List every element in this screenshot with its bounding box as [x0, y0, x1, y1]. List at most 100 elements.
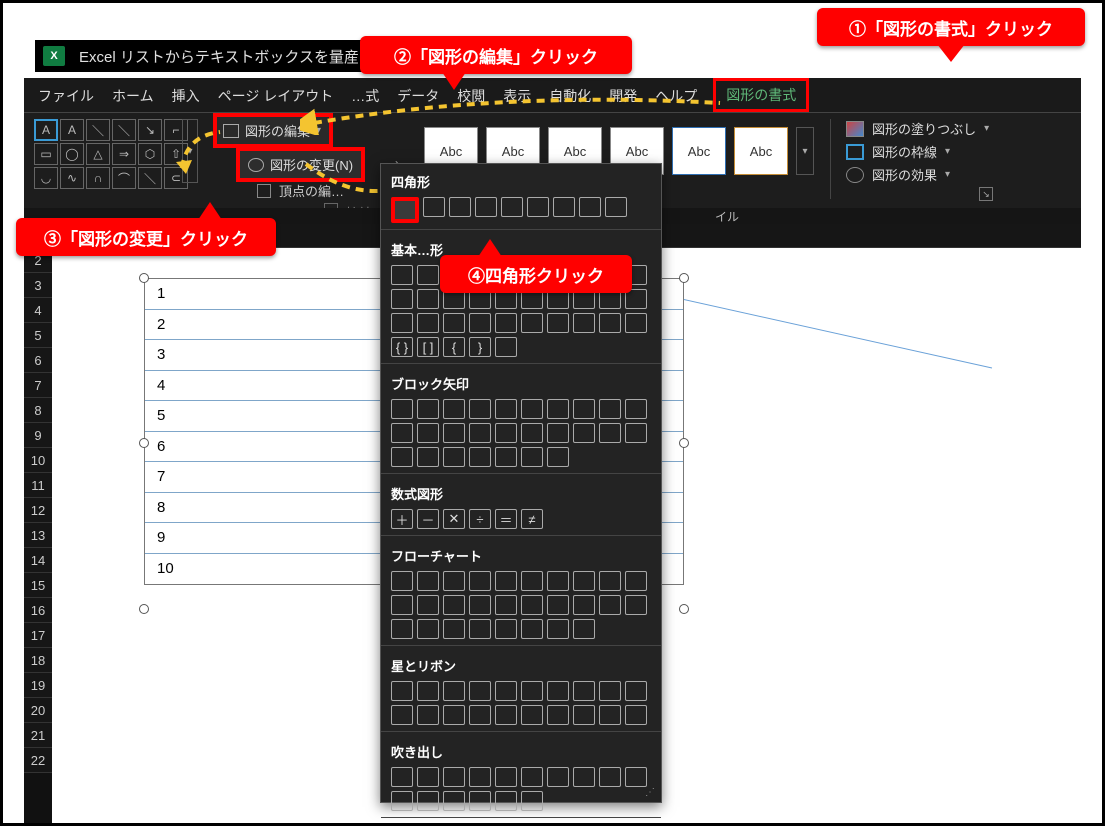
tab-view[interactable]: 表示: [495, 79, 539, 112]
row-header[interactable]: 4: [24, 298, 52, 323]
resize-handle[interactable]: [139, 438, 149, 448]
shape-line-icon[interactable]: ＼: [112, 119, 136, 141]
shape-option-icon[interactable]: [547, 447, 569, 467]
edit-shape-button[interactable]: 図形の編集 ▾: [213, 113, 333, 148]
shape-arrow-icon[interactable]: ⇒: [112, 143, 136, 165]
resize-handle[interactable]: [139, 604, 149, 614]
shape-option-icon[interactable]: [417, 791, 439, 811]
shape-option-icon[interactable]: [599, 423, 621, 443]
row-header[interactable]: 15: [24, 573, 52, 598]
row-header[interactable]: 7: [24, 373, 52, 398]
shape-option-icon[interactable]: [417, 571, 439, 591]
shape-option-icon[interactable]: [521, 705, 543, 725]
shape-option-icon[interactable]: [521, 447, 543, 467]
row-header[interactable]: 17: [24, 623, 52, 648]
shape-option-icon[interactable]: [417, 313, 439, 333]
row-headers[interactable]: 2345678910111213141516171819202122: [24, 248, 52, 773]
row-header[interactable]: 20: [24, 698, 52, 723]
shape-option-icon[interactable]: [599, 681, 621, 701]
tab-file[interactable]: ファイル: [30, 79, 102, 112]
shape-option-icon[interactable]: [521, 791, 543, 811]
shape-option-icon[interactable]: [391, 619, 413, 639]
shape-option-icon[interactable]: [625, 767, 647, 787]
shape-option-icon[interactable]: [443, 571, 465, 591]
shape-option-icon[interactable]: [469, 705, 491, 725]
resize-handle[interactable]: [679, 604, 689, 614]
resize-handle[interactable]: [679, 273, 689, 283]
shape-option-icon[interactable]: [495, 595, 517, 615]
row-header[interactable]: 19: [24, 673, 52, 698]
shape-option-icon[interactable]: [599, 595, 621, 615]
shape-option-icon[interactable]: [417, 619, 439, 639]
shape-option-icon[interactable]: [417, 289, 439, 309]
shape-option-icon[interactable]: [417, 595, 439, 615]
shape-option-icon[interactable]: [469, 595, 491, 615]
shape-option-icon[interactable]: [573, 313, 595, 333]
shape-option-icon[interactable]: [443, 595, 465, 615]
shape-option-icon[interactable]: [547, 619, 569, 639]
shape-option-icon[interactable]: [495, 571, 517, 591]
shape-arc-icon[interactable]: ∩: [86, 167, 110, 189]
row-header[interactable]: 10: [24, 448, 52, 473]
shape-option-icon[interactable]: [521, 767, 543, 787]
rectangle-shape-option[interactable]: [391, 197, 419, 223]
shape-option-icon[interactable]: [449, 197, 471, 217]
shape-option-icon[interactable]: [605, 197, 627, 217]
tab-formula[interactable]: …式: [343, 79, 387, 112]
shape-option-icon[interactable]: [521, 595, 543, 615]
shape-option-icon[interactable]: [625, 423, 647, 443]
shape-option-icon[interactable]: [443, 619, 465, 639]
tab-help[interactable]: ヘルプ: [647, 79, 705, 112]
shape-option-icon[interactable]: [417, 767, 439, 787]
shape-option-icon[interactable]: [469, 399, 491, 419]
shape-effects-button[interactable]: 図形の効果 ▾: [846, 165, 989, 184]
shape-option-icon[interactable]: [495, 681, 517, 701]
shape-option-icon[interactable]: [573, 423, 595, 443]
vertex-edit-menuitem[interactable]: 頂点の編…: [257, 181, 344, 200]
shape-line-icon[interactable]: ＼: [86, 119, 110, 141]
shape-option-icon[interactable]: [391, 705, 413, 725]
shape-option-icon[interactable]: ＋: [391, 509, 413, 529]
shape-option-icon[interactable]: [443, 681, 465, 701]
row-header[interactable]: 13: [24, 523, 52, 548]
shape-option-icon[interactable]: －: [417, 509, 439, 529]
shape-textbox-icon[interactable]: A: [34, 119, 58, 141]
shape-option-icon[interactable]: [495, 767, 517, 787]
shape-option-icon[interactable]: [391, 571, 413, 591]
shape-option-icon[interactable]: ✕: [443, 509, 465, 529]
shape-option-icon[interactable]: [521, 313, 543, 333]
shape-option-icon[interactable]: [469, 791, 491, 811]
shape-option-icon[interactable]: [443, 313, 465, 333]
shape-option-icon[interactable]: [547, 705, 569, 725]
shape-option-icon[interactable]: [599, 399, 621, 419]
shape-option-icon[interactable]: [391, 313, 413, 333]
shape-fill-button[interactable]: 図形の塗りつぶし ▾: [846, 119, 989, 138]
shape-option-icon[interactable]: [469, 447, 491, 467]
shape-curve-icon[interactable]: ⌒: [112, 167, 136, 189]
shape-option-icon[interactable]: [579, 197, 601, 217]
shape-option-icon[interactable]: [391, 447, 413, 467]
shape-option-icon[interactable]: [417, 423, 439, 443]
shape-option-icon[interactable]: [417, 265, 439, 285]
shape-option-icon[interactable]: [495, 791, 517, 811]
style-swatch[interactable]: Abc: [672, 127, 726, 175]
row-header[interactable]: 11: [24, 473, 52, 498]
shape-option-icon[interactable]: ＝: [495, 509, 517, 529]
row-header[interactable]: 22: [24, 748, 52, 773]
tab-insert[interactable]: 挿入: [164, 79, 208, 112]
shape-option-icon[interactable]: [495, 705, 517, 725]
shape-option-icon[interactable]: [573, 399, 595, 419]
style-swatch-more[interactable]: ▾: [796, 127, 814, 175]
shape-option-icon[interactable]: [417, 399, 439, 419]
tab-data[interactable]: データ: [389, 79, 447, 112]
shape-option-icon[interactable]: ≠: [521, 509, 543, 529]
shape-option-icon[interactable]: [625, 681, 647, 701]
shape-option-icon[interactable]: [521, 399, 543, 419]
shape-option-icon[interactable]: [495, 399, 517, 419]
shape-option-icon[interactable]: [495, 313, 517, 333]
shape-option-icon[interactable]: [ ]: [417, 337, 439, 357]
shape-option-icon[interactable]: [625, 399, 647, 419]
shape-option-icon[interactable]: [625, 571, 647, 591]
shape-option-icon[interactable]: [599, 571, 621, 591]
shape-option-icon[interactable]: [423, 197, 445, 217]
